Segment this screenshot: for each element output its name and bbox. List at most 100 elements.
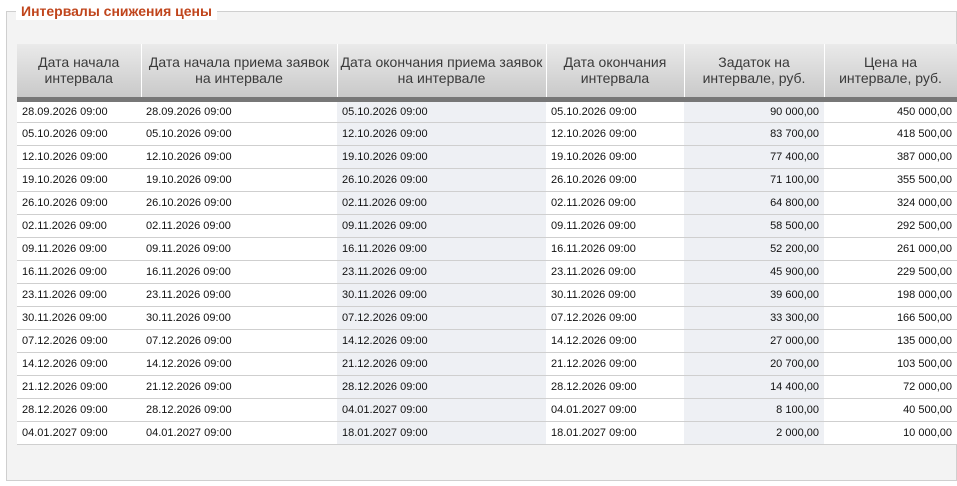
column-header-bids-end[interactable]: Дата окончания приема заявок на интервал… <box>337 44 547 102</box>
cell-interval-start: 30.11.2026 09:00 <box>17 306 141 330</box>
column-header-price[interactable]: Цена на интервале, руб. <box>824 44 957 102</box>
cell-interval-start: 28.12.2026 09:00 <box>17 398 141 422</box>
cell-bids-end: 28.12.2026 09:00 <box>337 375 546 399</box>
cell-interval-start: 26.10.2026 09:00 <box>17 191 141 215</box>
column-header-deposit[interactable]: Задаток на интервале, руб. <box>684 44 825 102</box>
cell-bids-end: 09.11.2026 09:00 <box>337 214 546 238</box>
cell-bids-end: 12.10.2026 09:00 <box>337 122 546 146</box>
cell-interval-end: 30.11.2026 09:00 <box>546 283 684 307</box>
cell-bids-end: 30.11.2026 09:00 <box>337 283 546 307</box>
cell-deposit: 71 100,00 <box>684 168 824 192</box>
cell-deposit: 39 600,00 <box>684 283 824 307</box>
cell-deposit: 20 700,00 <box>684 352 824 376</box>
cell-bids-start: 23.11.2026 09:00 <box>141 283 337 307</box>
cell-bids-end: 19.10.2026 09:00 <box>337 145 546 169</box>
cell-bids-start: 30.11.2026 09:00 <box>141 306 337 330</box>
cell-interval-start: 16.11.2026 09:00 <box>17 260 141 284</box>
cell-interval-start: 12.10.2026 09:00 <box>17 145 141 169</box>
cell-deposit: 52 200,00 <box>684 237 824 261</box>
cell-bids-end: 02.11.2026 09:00 <box>337 191 546 215</box>
cell-bids-start: 02.11.2026 09:00 <box>141 214 337 238</box>
cell-interval-end: 14.12.2026 09:00 <box>546 329 684 353</box>
cell-price: 198 000,00 <box>824 283 957 307</box>
intervals-table-container: Дата начала интервала Дата начала приема… <box>17 44 957 445</box>
cell-interval-start: 02.11.2026 09:00 <box>17 214 141 238</box>
table-row: 30.11.2026 09:00 30.11.2026 09:00 07.12.20… <box>17 306 957 330</box>
cell-deposit: 64 800,00 <box>684 191 824 215</box>
cell-bids-start: 28.12.2026 09:00 <box>141 398 337 422</box>
cell-price: 418 500,00 <box>824 122 957 146</box>
cell-deposit: 14 400,00 <box>684 375 824 399</box>
cell-interval-start: 19.10.2026 09:00 <box>17 168 141 192</box>
cell-bids-start: 09.11.2026 09:00 <box>141 237 337 261</box>
table-row: 28.12.2026 09:00 28.12.2026 09:00 04.01.20… <box>17 398 957 422</box>
cell-bids-start: 04.01.2027 09:00 <box>141 421 337 445</box>
table-row: 23.11.2026 09:00 23.11.2026 09:00 30.11.20… <box>17 283 957 307</box>
cell-bids-end: 21.12.2026 09:00 <box>337 352 546 376</box>
cell-price: 72 000,00 <box>824 375 957 399</box>
cell-deposit: 2 000,00 <box>684 421 824 445</box>
cell-price: 166 500,00 <box>824 306 957 330</box>
cell-interval-end: 07.12.2026 09:00 <box>546 306 684 330</box>
table-row: 09.11.2026 09:00 09.11.2026 09:00 16.11.20… <box>17 237 957 261</box>
table-row: 04.01.2027 09:00 04.01.2027 09:00 18.01.20… <box>17 421 957 445</box>
cell-bids-end: 04.01.2027 09:00 <box>337 398 546 422</box>
table-row: 07.12.2026 09:00 07.12.2026 09:00 14.12.20… <box>17 329 957 353</box>
cell-deposit: 83 700,00 <box>684 122 824 146</box>
table-row: 19.10.2026 09:00 19.10.2026 09:00 26.10.20… <box>17 168 957 192</box>
cell-price: 229 500,00 <box>824 260 957 284</box>
cell-interval-end: 02.11.2026 09:00 <box>546 191 684 215</box>
cell-interval-end: 16.11.2026 09:00 <box>546 237 684 261</box>
cell-price: 292 500,00 <box>824 214 957 238</box>
cell-bids-end: 05.10.2026 09:00 <box>337 99 546 123</box>
intervals-table: Дата начала интервала Дата начала приема… <box>17 44 957 445</box>
cell-price: 387 000,00 <box>824 145 957 169</box>
cell-deposit: 90 000,00 <box>684 99 824 123</box>
cell-deposit: 27 000,00 <box>684 329 824 353</box>
cell-bids-start: 21.12.2026 09:00 <box>141 375 337 399</box>
cell-interval-start: 07.12.2026 09:00 <box>17 329 141 353</box>
cell-interval-end: 04.01.2027 09:00 <box>546 398 684 422</box>
cell-interval-end: 05.10.2026 09:00 <box>546 99 684 123</box>
cell-bids-start: 26.10.2026 09:00 <box>141 191 337 215</box>
column-header-interval-end[interactable]: Дата окончания интервала <box>546 44 685 102</box>
cell-price: 10 000,00 <box>824 421 957 445</box>
cell-interval-start: 09.11.2026 09:00 <box>17 237 141 261</box>
table-row: 28.09.2026 09:00 28.09.2026 09:00 05.10.20… <box>17 99 957 123</box>
table-row: 26.10.2026 09:00 26.10.2026 09:00 02.11.20… <box>17 191 957 215</box>
cell-bids-end: 14.12.2026 09:00 <box>337 329 546 353</box>
cell-deposit: 8 100,00 <box>684 398 824 422</box>
cell-bids-end: 16.11.2026 09:00 <box>337 237 546 261</box>
table-row: 12.10.2026 09:00 12.10.2026 09:00 19.10.20… <box>17 145 957 169</box>
cell-bids-start: 16.11.2026 09:00 <box>141 260 337 284</box>
cell-bids-start: 05.10.2026 09:00 <box>141 122 337 146</box>
cell-deposit: 58 500,00 <box>684 214 824 238</box>
cell-interval-start: 04.01.2027 09:00 <box>17 421 141 445</box>
cell-bids-start: 07.12.2026 09:00 <box>141 329 337 353</box>
cell-price: 324 000,00 <box>824 191 957 215</box>
cell-interval-end: 21.12.2026 09:00 <box>546 352 684 376</box>
table-row: 05.10.2026 09:00 05.10.2026 09:00 12.10.20… <box>17 122 957 146</box>
cell-price: 261 000,00 <box>824 237 957 261</box>
cell-interval-end: 12.10.2026 09:00 <box>546 122 684 146</box>
cell-bids-start: 28.09.2026 09:00 <box>141 99 337 123</box>
section-title: Интервалы снижения цены <box>16 3 217 20</box>
cell-interval-start: 28.09.2026 09:00 <box>17 99 141 123</box>
cell-interval-end: 19.10.2026 09:00 <box>546 145 684 169</box>
cell-interval-end: 18.01.2027 09:00 <box>546 421 684 445</box>
cell-bids-start: 14.12.2026 09:00 <box>141 352 337 376</box>
cell-interval-start: 21.12.2026 09:00 <box>17 375 141 399</box>
column-header-bids-start[interactable]: Дата начала приема заявок на интервале <box>141 44 338 102</box>
cell-deposit: 33 300,00 <box>684 306 824 330</box>
cell-price: 103 500,00 <box>824 352 957 376</box>
cell-bids-end: 07.12.2026 09:00 <box>337 306 546 330</box>
cell-price: 450 000,00 <box>824 99 957 123</box>
cell-interval-end: 26.10.2026 09:00 <box>546 168 684 192</box>
cell-interval-start: 14.12.2026 09:00 <box>17 352 141 376</box>
cell-interval-start: 23.11.2026 09:00 <box>17 283 141 307</box>
cell-price: 355 500,00 <box>824 168 957 192</box>
column-header-interval-start[interactable]: Дата начала интервала <box>17 44 142 102</box>
cell-bids-end: 26.10.2026 09:00 <box>337 168 546 192</box>
header-row: Дата начала интервала Дата начала приема… <box>17 44 957 102</box>
table-row: 21.12.2026 09:00 21.12.2026 09:00 28.12.20… <box>17 375 957 399</box>
